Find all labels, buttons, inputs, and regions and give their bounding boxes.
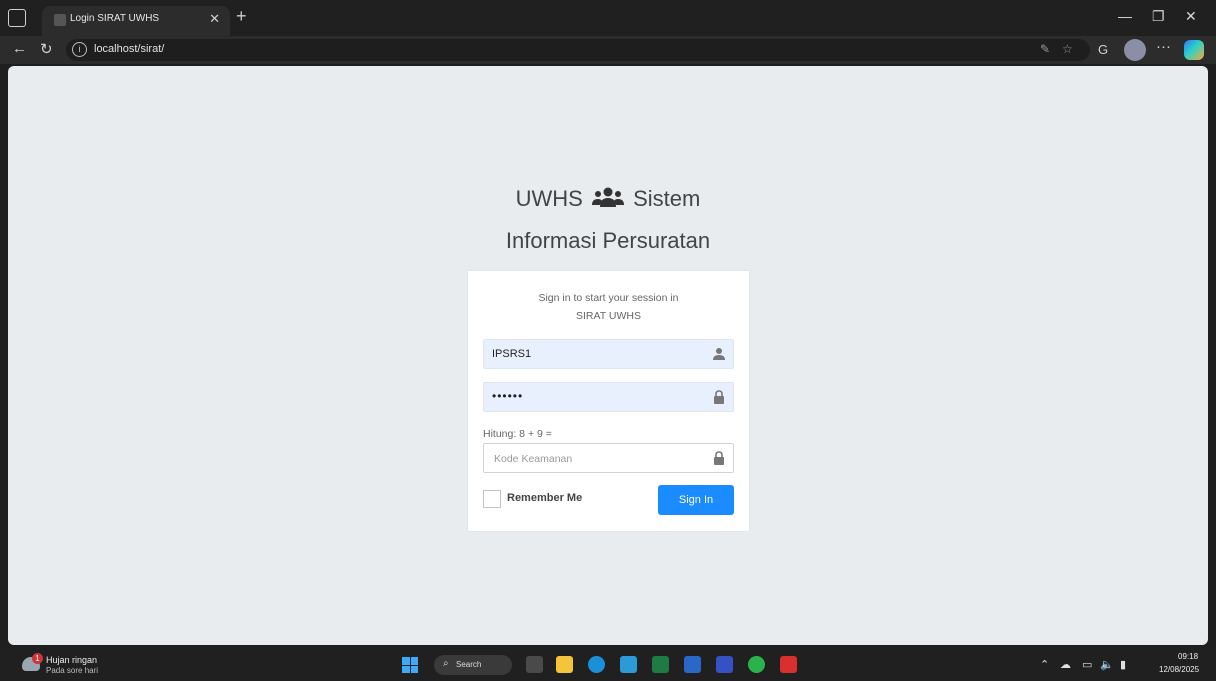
whatsapp-icon[interactable]	[748, 656, 765, 673]
remember-me-label[interactable]: Remember Me	[507, 492, 582, 504]
clock-date[interactable]: 12/08/2025	[1159, 665, 1199, 674]
extension-icon[interactable]: G	[1098, 42, 1108, 57]
login-message-line1: Sign in to start your session in	[538, 292, 679, 304]
app-title-line2: Informasi Persuratan	[505, 228, 711, 253]
browser-toolbar: ← ↻ i localhost/sirat/ ✎ ☆ G ···	[0, 36, 1216, 64]
network-icon[interactable]: ▭	[1082, 658, 1092, 671]
minimize-icon[interactable]: —	[1118, 8, 1132, 24]
word-icon[interactable]	[684, 656, 701, 673]
more-options-icon[interactable]: ···	[1156, 38, 1171, 55]
weather-badge: 1	[32, 653, 43, 664]
login-card: Sign in to start your session in SIRAT U…	[468, 271, 749, 531]
password-field[interactable]: ••••••	[483, 382, 734, 412]
clock-time[interactable]: 09:18	[1178, 652, 1198, 661]
refresh-icon[interactable]: ↻	[40, 40, 53, 58]
tray-overflow-icon[interactable]: ⌃	[1040, 658, 1049, 671]
pdf-reader-icon[interactable]	[780, 656, 797, 673]
captcha-placeholder: Kode Keamanan	[494, 453, 573, 465]
taskbar-search[interactable]: ⌕ Search	[434, 655, 512, 675]
username-field[interactable]: IPSRS1	[483, 339, 734, 369]
login-message-line2: SIRAT UWHS	[576, 310, 641, 322]
taskbar-search-label: Search	[456, 660, 482, 669]
profile-avatar-icon[interactable]	[1124, 39, 1146, 61]
windows-taskbar: 1 Hujan ringan Pada sore hari ⌕ Search ⌃…	[0, 649, 1216, 681]
tab-favicon-icon	[54, 14, 66, 26]
close-window-icon[interactable]: ✕	[1185, 8, 1197, 25]
captcha-input[interactable]: Kode Keamanan	[483, 443, 734, 473]
restore-icon[interactable]: ❐	[1152, 8, 1165, 25]
weather-subtitle: Pada sore hari	[46, 666, 99, 675]
app-title-sistem: Sistem	[633, 186, 701, 211]
password-value: ••••••	[492, 389, 524, 403]
new-tab-icon[interactable]: +	[236, 6, 247, 27]
tab-actions-icon[interactable]	[8, 9, 26, 27]
favorite-star-icon[interactable]: ☆	[1062, 42, 1073, 56]
weather-title[interactable]: Hujan ringan	[46, 655, 97, 665]
url-text: localhost/sirat/	[94, 43, 165, 55]
users-icon	[591, 187, 624, 207]
user-icon	[713, 348, 725, 360]
back-icon[interactable]: ←	[12, 40, 27, 57]
browser-tab-active[interactable]: Login SIRAT UWHS ✕	[42, 6, 230, 36]
username-value: IPSRS1	[492, 348, 532, 360]
browser-titlebar: Login SIRAT UWHS ✕ + — ❐ ✕	[0, 0, 1216, 36]
lock-icon	[714, 451, 724, 465]
volume-icon[interactable]: 🔈	[1100, 658, 1114, 671]
remember-me-checkbox[interactable]	[483, 490, 501, 508]
task-view-icon[interactable]	[526, 656, 543, 673]
excel-icon[interactable]	[652, 656, 669, 673]
edge-browser-icon[interactable]	[588, 656, 605, 673]
site-info-icon[interactable]: i	[72, 42, 87, 57]
tab-title: Login SIRAT UWHS	[70, 13, 160, 24]
address-bar[interactable]: i localhost/sirat/ ✎ ☆	[66, 39, 1090, 61]
login-message: Sign in to start your session in SIRAT U…	[468, 289, 749, 325]
onedrive-icon[interactable]: ☁	[1060, 658, 1071, 671]
page-viewport: UWHS Sistem Informasi Persuratan Sign in…	[8, 66, 1208, 645]
store-icon[interactable]	[620, 656, 637, 673]
copilot-icon[interactable]	[1184, 40, 1204, 60]
search-icon: ⌕	[443, 658, 449, 669]
sign-in-button[interactable]: Sign In	[658, 485, 734, 515]
lock-icon	[714, 390, 724, 404]
app-title-line1: UWHS Sistem	[8, 186, 1208, 212]
app-l-icon[interactable]	[716, 656, 733, 673]
read-aloud-icon[interactable]: ✎	[1040, 42, 1050, 56]
tab-close-icon[interactable]: ✕	[209, 11, 220, 27]
app-title-uwhs: UWHS	[515, 186, 583, 211]
file-explorer-icon[interactable]	[556, 656, 573, 673]
captcha-question: Hitung: 8 + 9 =	[483, 428, 552, 440]
windows-start-icon[interactable]	[402, 657, 418, 673]
battery-icon[interactable]: ▮	[1120, 658, 1126, 671]
